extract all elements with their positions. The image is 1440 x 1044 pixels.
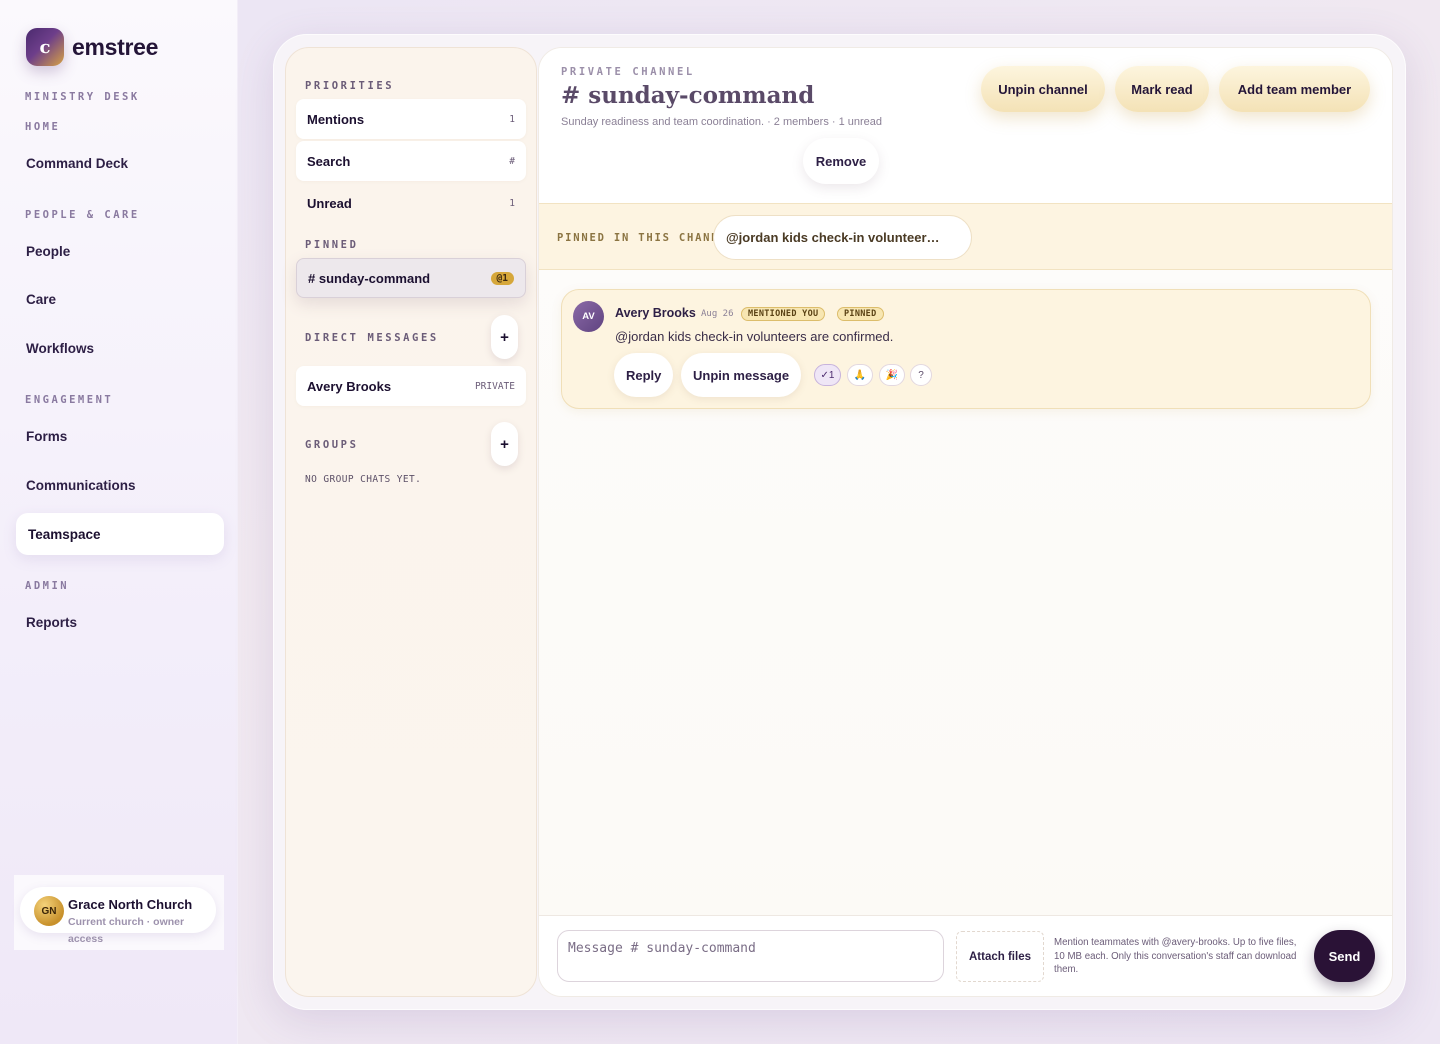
add-dm-button[interactable]: + xyxy=(491,315,518,359)
hash-icon: # xyxy=(509,155,515,167)
send-button[interactable]: Send xyxy=(1314,930,1375,982)
message-card: AV Avery Brooks Aug 26 MENTIONED YOU PIN… xyxy=(561,289,1371,409)
priority-unread[interactable]: Unread 1 xyxy=(296,183,526,223)
nav-item-people[interactable]: People xyxy=(26,244,70,259)
pinned-title: PINNED xyxy=(305,239,359,251)
dm-privacy: PRIVATE xyxy=(474,380,515,392)
nav-item-communications[interactable]: Communications xyxy=(26,478,136,493)
message-text: @jordan kids check-in volunteers are con… xyxy=(615,329,894,344)
groups-title: GROUPS xyxy=(305,439,359,451)
nav-item-command-deck[interactable]: Command Deck xyxy=(26,156,128,171)
left-sidebar: c emstree MINISTRY DESK HOME Command Dec… xyxy=(0,0,237,1044)
nav-section-people-care: PEOPLE & CARE xyxy=(25,209,140,221)
reply-button[interactable]: Reply xyxy=(614,353,674,397)
nav-item-workflows[interactable]: Workflows xyxy=(26,341,94,356)
unpin-message-button[interactable]: Unpin message xyxy=(681,353,802,397)
composer: Attach files Mention teammates with @ave… xyxy=(539,915,1392,996)
org-avatar: GN xyxy=(34,896,64,926)
mention-badge: @1 xyxy=(490,271,514,285)
priority-label: Unread xyxy=(307,195,352,211)
reaction-pray-icon[interactable]: 🙏 xyxy=(847,364,873,386)
nav-item-teamspace[interactable]: Teamspace xyxy=(16,513,224,555)
brand-logo-icon: c xyxy=(26,28,64,66)
reaction-check[interactable]: ✓1 xyxy=(814,364,841,386)
channel-header: PRIVATE CHANNEL # sunday-command Sunday … xyxy=(539,48,1392,203)
message-date: Aug 26 xyxy=(701,309,734,319)
nav-item-reports[interactable]: Reports xyxy=(26,615,77,630)
dm-label: Avery Brooks xyxy=(307,378,392,394)
attach-files-button[interactable]: Attach files xyxy=(956,931,1044,982)
org-name: Grace North Church xyxy=(68,897,193,912)
reaction-party-icon[interactable]: 🎉 xyxy=(879,364,905,386)
pinned-message-chip[interactable]: @jordan kids check-in volunteer… xyxy=(713,215,972,260)
message-input[interactable] xyxy=(557,930,944,982)
remove-button[interactable]: Remove xyxy=(803,138,879,184)
pinned-bar: PINNED IN THIS CHANNEL @jordan kids chec… xyxy=(539,203,1392,270)
mentioned-you-badge: MENTIONED YOU xyxy=(741,307,826,321)
priority-mentions[interactable]: Mentions 1 xyxy=(296,99,526,139)
channel-list-panel: PRIORITIES Mentions 1 Search # Unread 1 … xyxy=(285,47,537,997)
channel-title: # sunday-command xyxy=(561,82,815,109)
priority-count: 1 xyxy=(509,113,515,125)
groups-empty-note: NO GROUP CHATS YET. xyxy=(305,474,422,485)
reaction-help-icon[interactable]: ? xyxy=(910,364,932,386)
add-group-button[interactable]: + xyxy=(491,422,518,466)
nav-section-engagement: ENGAGEMENT xyxy=(25,394,114,406)
conversation-panel: PRIVATE CHANNEL # sunday-command Sunday … xyxy=(538,47,1393,997)
nav-item-forms[interactable]: Forms xyxy=(26,429,67,444)
channel-description: Sunday readiness and team coordination. … xyxy=(561,116,883,128)
org-switcher[interactable]: GN Grace North Church Current church · o… xyxy=(14,875,224,950)
pinned-bar-label: PINNED IN THIS CHANNEL xyxy=(557,232,736,244)
brand-name: emstree xyxy=(72,33,159,60)
brand[interactable]: c emstree xyxy=(26,28,158,66)
priorities-title: PRIORITIES xyxy=(305,80,395,92)
pinned-channel-sunday-command[interactable]: # sunday-command @1 xyxy=(296,258,526,298)
nav-item-care[interactable]: Care xyxy=(26,292,56,307)
channel-eyebrow: PRIVATE CHANNEL xyxy=(561,66,695,78)
pinned-badge: PINNED xyxy=(837,307,884,321)
composer-hint: Mention teammates with @avery-brooks. Up… xyxy=(1054,937,1297,975)
priority-search[interactable]: Search # xyxy=(296,141,526,181)
nav-section-home: HOME xyxy=(25,121,61,133)
priority-label: Search xyxy=(307,153,351,169)
priority-label: Mentions xyxy=(307,111,365,127)
avatar[interactable]: AV xyxy=(573,301,604,332)
unpin-channel-button[interactable]: Unpin channel xyxy=(981,66,1105,112)
dm-avery-brooks[interactable]: Avery Brooks PRIVATE xyxy=(296,366,526,406)
mark-read-button[interactable]: Mark read xyxy=(1115,66,1209,112)
nav-section-admin: ADMIN xyxy=(25,580,70,592)
direct-messages-title: DIRECT MESSAGES xyxy=(305,332,439,344)
org-subtitle: Current church · owner access xyxy=(68,916,185,945)
priority-count: 1 xyxy=(509,197,515,209)
channel-label: # sunday-command xyxy=(308,270,431,286)
message-author[interactable]: Avery Brooks xyxy=(615,306,696,320)
add-team-member-button[interactable]: Add team member xyxy=(1219,66,1370,112)
workspace-label: MINISTRY DESK xyxy=(25,91,140,103)
